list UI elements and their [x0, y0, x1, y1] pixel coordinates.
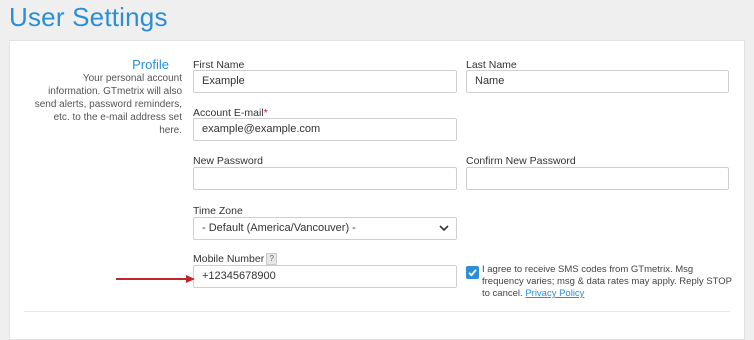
sms-consent-checkbox[interactable]: [466, 266, 479, 279]
time-zone-label: Time Zone: [193, 205, 243, 217]
settings-card: Profile Your personal account informatio…: [9, 40, 745, 340]
page-title: User Settings: [9, 2, 168, 32]
new-password-field[interactable]: [193, 167, 457, 190]
last-name-field[interactable]: Name: [466, 70, 729, 93]
arrow-right-icon: [116, 275, 195, 283]
mobile-label: Mobile Number?: [193, 253, 278, 265]
checkmark-icon: [468, 269, 477, 277]
sms-consent-text: I agree to receive SMS codes from GTmetr…: [482, 264, 732, 300]
email-field[interactable]: example@example.com: [193, 118, 457, 141]
time-zone-selected-value: - Default (America/Vancouver) -: [202, 222, 356, 234]
profile-section-title: Profile: [132, 57, 169, 72]
time-zone-select[interactable]: - Default (America/Vancouver) -: [193, 217, 457, 240]
new-password-label: New Password: [193, 155, 264, 167]
confirm-password-label: Confirm New Password: [466, 155, 576, 167]
help-icon[interactable]: ?: [266, 253, 278, 265]
sms-consent-message: I agree to receive SMS codes from GTmetr…: [482, 264, 732, 299]
confirm-password-field[interactable]: [466, 167, 729, 190]
privacy-policy-link[interactable]: Privacy Policy: [525, 288, 584, 299]
profile-section-description: Your personal account information. GTmet…: [34, 73, 182, 136]
mobile-number-field[interactable]: +12345678900: [193, 265, 457, 288]
first-name-field[interactable]: Example: [193, 70, 457, 93]
mobile-label-text: Mobile Number: [193, 253, 265, 265]
section-divider: [24, 311, 730, 312]
chevron-down-icon: [439, 225, 449, 232]
